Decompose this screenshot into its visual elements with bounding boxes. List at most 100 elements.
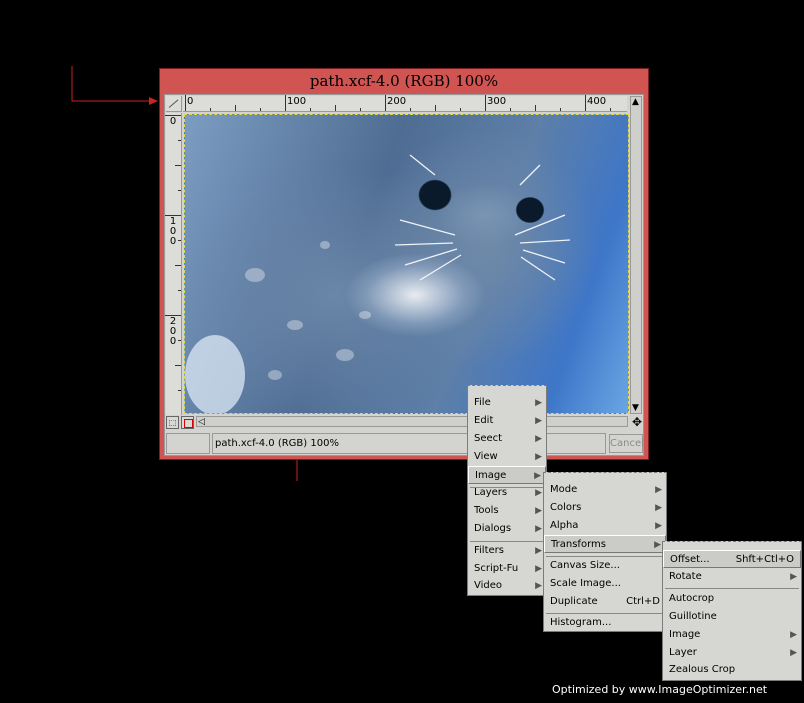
menu-item-label: Rotate [669,571,702,582]
submenu-arrow-icon: ▶ [535,564,542,574]
image-context-menu: File ▶ Edit ▶ Seect ▶ View ▶ Image ▶ Layers ▶ … [467,385,547,596]
menu-item-zealous-crop[interactable]: Zealous Crop [663,661,801,679]
menu-item-edit[interactable]: Edit ▶ [468,412,546,430]
menu-item-layers[interactable]: Layers ▶ [468,484,546,502]
menu-item-guillotine[interactable]: Guillotine [663,608,801,626]
menu-item-duplicate[interactable]: Duplicate Ctrl+D [544,593,666,611]
ruler-label: 200 [169,316,177,347]
menu-item-label: Mode [550,484,578,495]
annotation-arrow-top-left [71,66,156,102]
scroll-up-icon[interactable]: ▲ [632,97,639,107]
menu-item-label: File [474,397,491,408]
menu-item-scale-image[interactable]: Scale Image... [544,575,666,593]
menu-item-label: Zealous Crop [669,664,736,675]
menu-item-label: Autocrop [669,593,715,604]
submenu-arrow-icon: ▶ [790,648,797,658]
menu-item-label: Duplicate [550,596,598,607]
submenu-arrow-icon: ▶ [535,434,542,444]
menu-item-file[interactable]: File ▶ [468,394,546,412]
submenu-arrow-icon: ▶ [655,503,662,513]
menu-item-shortcut: Ctrl+D [626,596,660,607]
menu-item-image[interactable]: Image ▶ [468,466,546,484]
scroll-down-icon[interactable]: ▼ [632,403,639,413]
annotation-arrowhead-top-left [149,97,158,105]
menu-item-label: Canvas Size... [550,560,620,571]
menu-item-transforms[interactable]: Transforms ▶ [544,535,666,553]
submenu-arrow-icon: ▶ [535,488,542,498]
quickmask-on-icon[interactable] [181,416,194,429]
submenu-arrow-icon: ▶ [535,452,542,462]
submenu-arrow-icon: ▶ [535,546,542,556]
menu-item-label: Guillotine [669,611,717,622]
submenu-arrow-icon: ▶ [535,398,542,408]
menu-item-canvas-size[interactable]: Canvas Size... [544,557,666,575]
submenu-arrow-icon: ▶ [535,416,542,426]
submenu-arrow-icon: ▶ [535,581,542,591]
menu-item-label: View [474,451,498,462]
ruler-label: 100 [169,216,177,247]
menu-item-label: Seect [474,433,503,444]
menu-item-label: Scale Image... [550,578,621,589]
menu-item-autocrop[interactable]: Autocrop [663,590,801,608]
menu-item-view[interactable]: View ▶ [468,448,546,466]
menu-separator [665,588,799,589]
menu-item-label: Image [669,629,701,640]
menu-item-offset[interactable]: Offset... Shft+Ctl+O [663,550,801,568]
submenu-arrow-icon: ▶ [790,572,797,582]
seal-photo [185,154,571,413]
menu-item-label: Edit [474,415,494,426]
ruler-label: 0 [187,96,194,107]
menu-item-filters[interactable]: Filters ▶ [468,542,546,560]
submenu-arrow-icon: ▶ [535,506,542,516]
ruler-label: 300 [487,96,507,107]
menu-item-script-fu[interactable]: Script-Fu ▶ [468,560,546,578]
transforms-submenu: Offset... Shft+Ctl+O Rotate ▶ Autocrop Gui… [662,541,802,681]
menu-item-histogram[interactable]: Histogram... [544,614,666,632]
menu-item-label: Video [474,580,503,591]
menu-item-label: Layer [669,647,697,658]
menu-item-label: Alpha [550,520,579,531]
image-canvas[interactable] [184,114,629,414]
navigate-icon[interactable]: ✥ [631,416,643,429]
menu-item-label: Offset... [670,554,710,565]
menu-item-label: Filters [474,545,504,556]
menu-item-select[interactable]: Seect ▶ [468,430,546,448]
ruler-label: 400 [587,96,607,107]
watermark-text: Optimized by www.ImageOptimizer.net [552,683,768,696]
horizontal-scrollbar[interactable]: ◁ [196,416,628,427]
scroll-left-icon[interactable]: ◁ [198,417,205,427]
vertical-scrollbar[interactable]: ▲ ▼ [630,96,642,414]
image-window: path.xcf-4.0 (RGB) 100% 0 100 200 300 40… [159,68,649,460]
menu-item-tools[interactable]: Tools ▶ [468,502,546,520]
menu-item-dialogs[interactable]: Dialogs ▶ [468,520,546,538]
menu-item-layer[interactable]: Layer ▶ [663,644,801,662]
menu-item-shortcut: Shft+Ctl+O [735,554,794,565]
window-title[interactable]: path.xcf-4.0 (RGB) 100% [160,69,648,93]
image-submenu: Mode ▶ Colors ▶ Alpha ▶ Transforms ▶ Canvas … [543,472,667,632]
menu-item-label: Dialogs [474,523,512,534]
ruler-label: 100 [287,96,307,107]
menu-item-label: Histogram... [550,617,612,628]
ruler-corner[interactable] [166,96,182,112]
menu-item-video[interactable]: Video ▶ [468,577,546,595]
submenu-arrow-icon: ▶ [654,540,661,550]
cancel-button[interactable]: Cancel [609,434,644,453]
submenu-arrow-icon: ▶ [655,485,662,495]
menu-item-mode[interactable]: Mode ▶ [544,481,666,499]
menu-item-label: Script-Fu [474,563,519,574]
menu-item-image[interactable]: Image ▶ [663,626,801,644]
menu-item-rotate[interactable]: Rotate ▶ [663,568,801,586]
menu-item-label: Image [475,470,507,481]
horizontal-ruler[interactable]: 0 100 200 300 400 [183,95,627,112]
menu-item-colors[interactable]: Colors ▶ [544,499,666,517]
submenu-arrow-icon: ▶ [534,471,541,481]
vertical-ruler[interactable]: 0 100 200 [165,113,182,415]
submenu-arrow-icon: ▶ [790,630,797,640]
menu-item-alpha[interactable]: Alpha ▶ [544,517,666,535]
submenu-arrow-icon: ▶ [535,524,542,534]
menu-item-label: Tools [474,505,499,516]
image-window-body: 0 100 200 300 400 0 100 200 ▲ ▼ ⬚ ◁ ✥ pa… [164,94,644,456]
quickmask-toggle-icon[interactable]: ⬚ [166,416,179,429]
submenu-arrow-icon: ▶ [655,521,662,531]
menu-item-label: Colors [550,502,582,513]
